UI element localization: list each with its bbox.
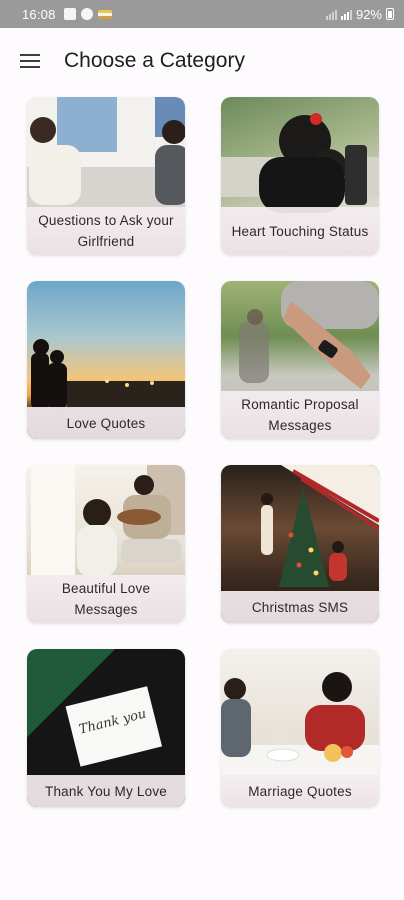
category-card[interactable]: Romantic Proposal Messages	[221, 281, 379, 439]
flag-icon	[97, 9, 112, 19]
menu-icon	[20, 60, 40, 62]
category-label: Heart Touching Status	[221, 207, 379, 255]
category-label: Marriage Quotes	[221, 775, 379, 807]
category-label: Romantic Proposal Messages	[221, 391, 379, 439]
app-bar: Choose a Category	[0, 28, 404, 94]
battery-icon	[386, 8, 394, 20]
page-title: Choose a Category	[64, 49, 245, 72]
category-card[interactable]: Thank you Thank You My Love	[27, 649, 185, 807]
category-card[interactable]: Heart Touching Status	[221, 97, 379, 255]
category-card[interactable]: Questions to Ask your Girlfriend	[27, 97, 185, 255]
category-grid: Questions to Ask your Girlfriend Heart T…	[27, 97, 379, 807]
category-label: Beautiful Love Messages	[27, 575, 185, 623]
status-time: 16:08	[22, 6, 56, 22]
status-bar: 16:08 92%	[0, 0, 404, 28]
category-card[interactable]: Christmas SMS	[221, 465, 379, 623]
menu-button[interactable]	[0, 28, 60, 94]
category-label: Love Quotes	[27, 407, 185, 439]
signal-icon	[340, 8, 352, 20]
category-card[interactable]: Marriage Quotes	[221, 649, 379, 807]
category-label: Christmas SMS	[221, 591, 379, 623]
gallery-icon	[63, 8, 76, 20]
category-label: Thank You My Love	[27, 775, 185, 807]
chat-icon	[80, 8, 93, 20]
battery-percent: 92%	[355, 6, 382, 22]
category-label: Questions to Ask your Girlfriend	[27, 207, 185, 255]
category-card[interactable]: Love Quotes	[27, 281, 185, 439]
category-card[interactable]: Beautiful Love Messages	[27, 465, 185, 623]
signal-icon	[325, 8, 337, 20]
